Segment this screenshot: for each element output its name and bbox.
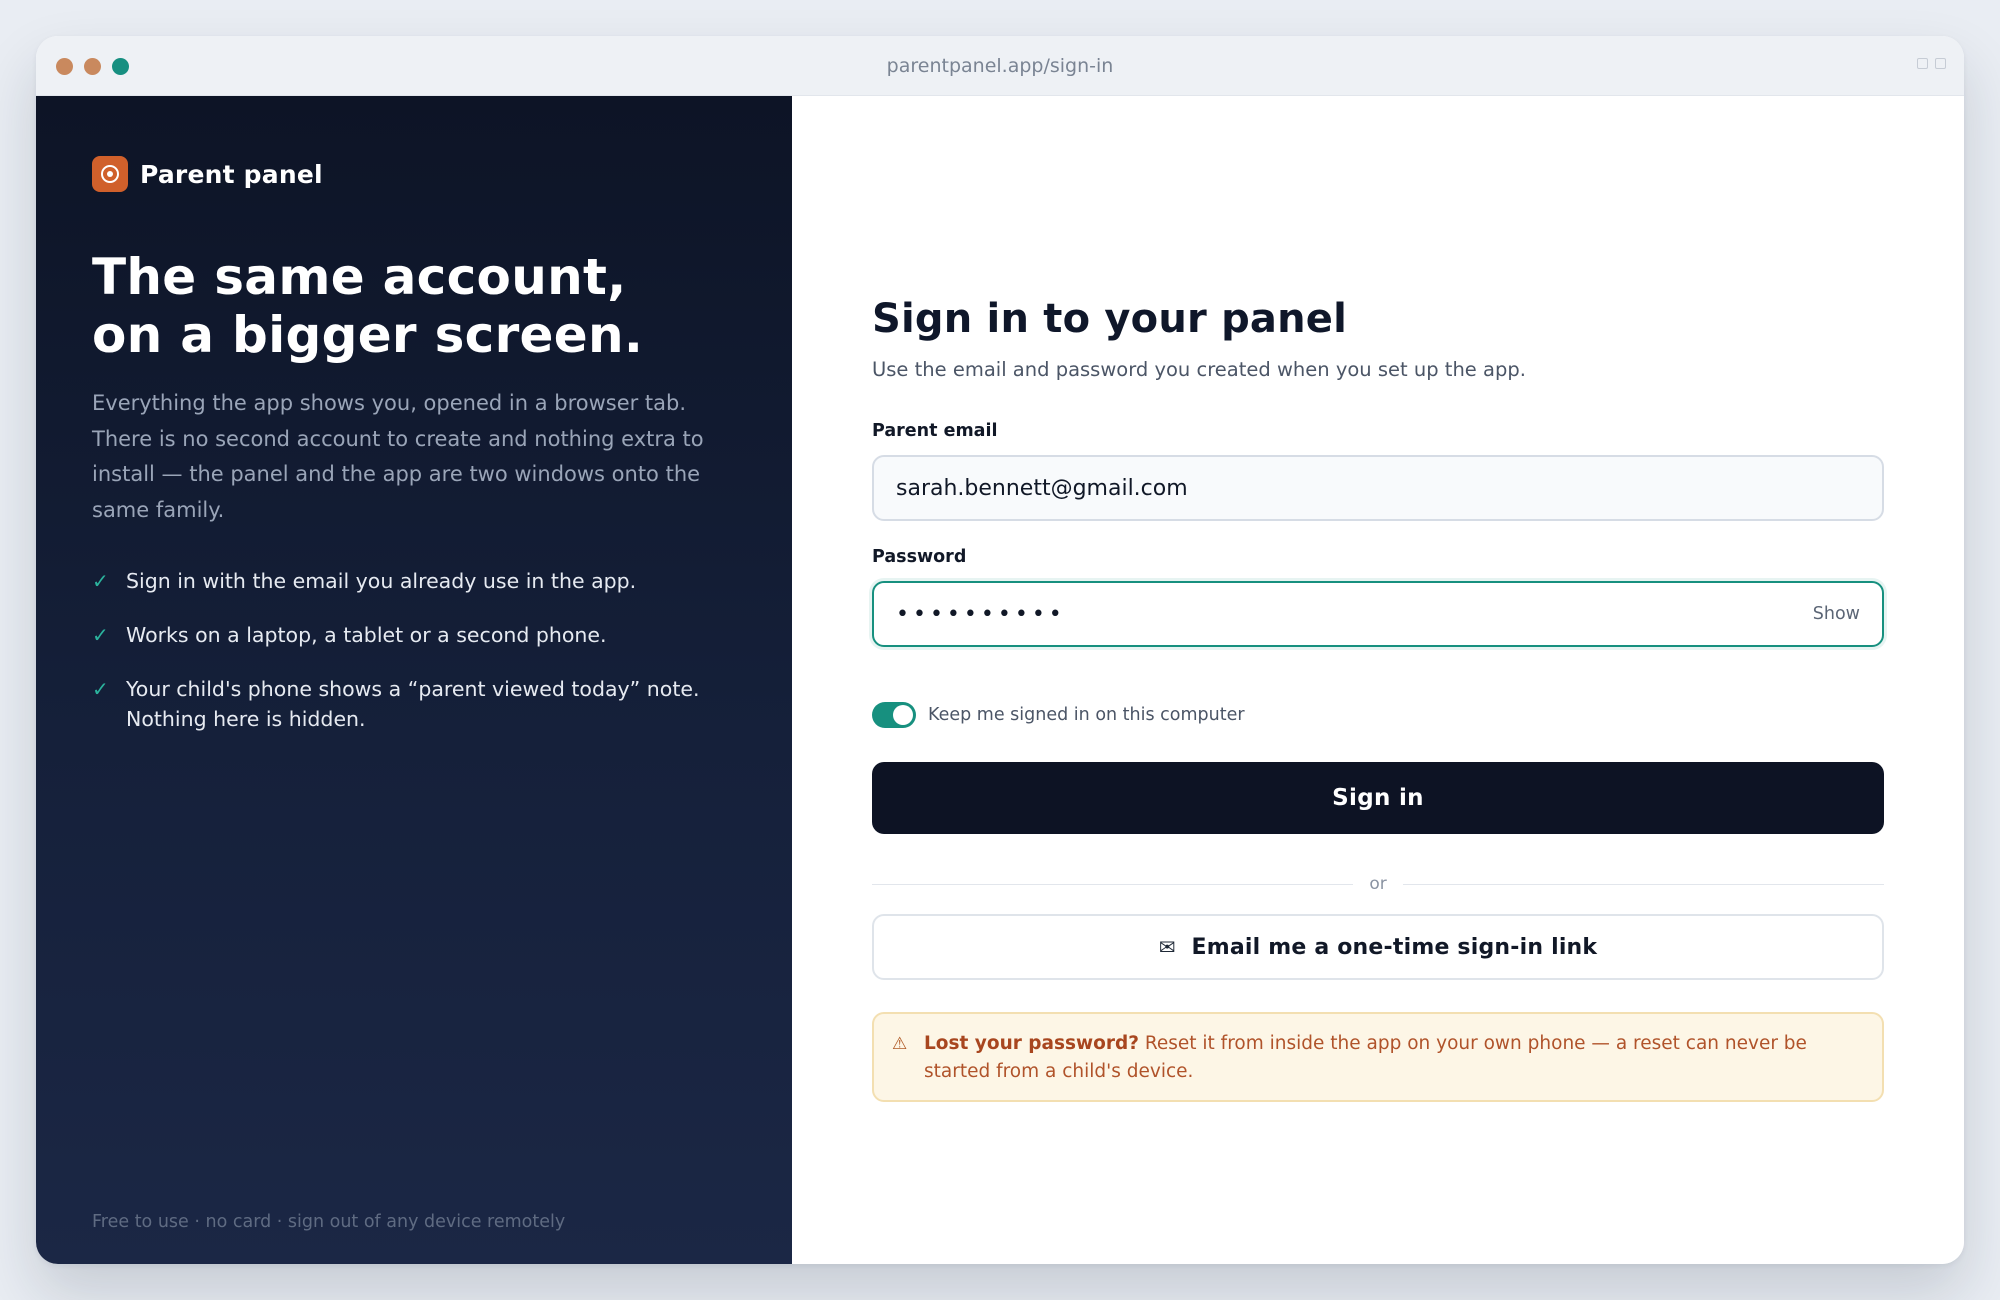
hero-title-line-1: The same account, (92, 248, 627, 306)
browser-titlebar: parentpanel.app/sign-in (36, 36, 1964, 96)
hero-title-line-2: on a bigger screen. (92, 306, 644, 364)
check-icon: ✓ (92, 677, 109, 701)
window-control-icon[interactable] (1917, 58, 1928, 69)
brand: Parent panel (92, 156, 323, 192)
lost-password-notice: ⚠ Lost your password? Reset it from insi… (872, 1012, 1884, 1102)
show-password-button[interactable]: Show (1813, 604, 1860, 624)
left-footer-note: Free to use · no card · sign out of any … (92, 1212, 566, 1232)
form-subtitle: Use the email and password you created w… (872, 358, 1526, 381)
keep-signed-in-toggle[interactable] (872, 702, 916, 728)
address-bar-url[interactable]: parentpanel.app/sign-in (36, 55, 1964, 77)
feature-item: ✓ Sign in with the email you already use… (92, 566, 752, 596)
keep-signed-in-label[interactable]: Keep me signed in on this computer (928, 705, 1245, 725)
brand-logo-icon (92, 156, 128, 192)
password-value[interactable]: •••••••••• (896, 602, 1813, 627)
feature-text: Sign in with the email you already use i… (126, 569, 637, 593)
feature-text: Works on a laptop, a tablet or a second … (126, 623, 607, 647)
check-icon: ✓ (92, 569, 109, 593)
check-icon: ✓ (92, 623, 109, 647)
email-label: Parent email (872, 421, 998, 441)
or-label: or (1369, 874, 1387, 894)
notice-bold: Lost your password? (924, 1033, 1139, 1054)
feature-item: ✓ Works on a laptop, a tablet or a secon… (92, 620, 752, 650)
window-control-icon[interactable] (1935, 58, 1946, 69)
divider-line (1402, 883, 1885, 885)
feature-list: ✓ Sign in with the email you already use… (92, 566, 752, 758)
magic-link-button[interactable]: ✉ Email me a one-time sign-in link (872, 914, 1884, 980)
warning-icon: ⚠ (892, 1034, 908, 1054)
browser-window: parentpanel.app/sign-in Parent panel The… (36, 36, 1964, 1264)
keep-signed-in-row: Keep me signed in on this computer (872, 702, 1245, 728)
feature-item: ✓ Your child's phone shows a “parent vie… (92, 674, 752, 734)
password-label: Password (872, 547, 967, 567)
marketing-panel: Parent panel The same account, on a bigg… (36, 96, 792, 1264)
or-divider: or (872, 872, 1885, 896)
hero-title: The same account, on a bigger screen. (92, 248, 752, 364)
mail-icon: ✉ (1158, 935, 1176, 959)
email-value[interactable]: sarah.bennett@gmail.com (896, 476, 1860, 501)
email-field[interactable]: sarah.bennett@gmail.com (872, 455, 1884, 521)
divider-line (872, 883, 1354, 885)
hero-description: Everything the app shows you, opened in … (92, 391, 704, 522)
brand-name: Parent panel (140, 159, 323, 189)
sign-in-button[interactable]: Sign in (872, 762, 1884, 834)
password-field[interactable]: •••••••••• Show (872, 581, 1884, 647)
feature-text: Your child's phone shows a “parent viewe… (126, 677, 700, 731)
magic-link-label: Email me a one-time sign-in link (1191, 934, 1598, 960)
notice-text: Lost your password? Reset it from inside… (924, 1030, 1860, 1100)
sign-in-panel: Sign in to your panel Use the email and … (792, 96, 1964, 1264)
form-title: Sign in to your panel (872, 296, 1348, 342)
